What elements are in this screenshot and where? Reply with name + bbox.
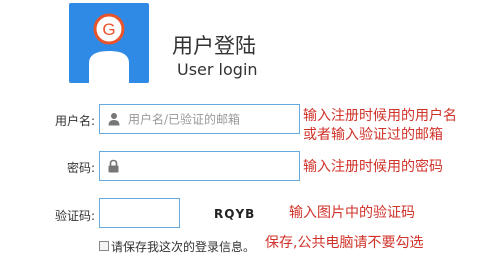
page-title: 用户登陆: [172, 34, 256, 58]
username-label: 用户名:: [54, 114, 95, 128]
username-hint-line2: 或者输入验证过的邮箱: [303, 127, 443, 143]
remember-checkbox[interactable]: [99, 241, 109, 251]
password-hint: 输入注册时候用的密码: [303, 159, 443, 175]
captcha-label: 验证码:: [54, 209, 95, 223]
password-input[interactable]: [99, 151, 300, 181]
lock-icon: [108, 159, 119, 173]
captcha-image[interactable]: RQYB: [214, 207, 255, 221]
username-hint-line1: 输入注册时候用的用户名: [303, 108, 457, 124]
captcha-hint: 输入图片中的验证码: [289, 205, 415, 221]
logo: G: [69, 3, 149, 83]
captcha-input[interactable]: [99, 198, 180, 228]
username-input[interactable]: 用户名/已验证的邮箱: [99, 104, 300, 134]
username-placeholder: 用户名/已验证的邮箱: [128, 112, 241, 127]
logo-letter: G: [102, 20, 115, 39]
user-avatar-icon: G: [89, 13, 129, 83]
page-subtitle: User login: [177, 60, 258, 79]
remember-label[interactable]: 请保存我这次的登录信息。: [111, 238, 255, 255]
password-label: 密码:: [66, 161, 95, 175]
user-icon: [108, 113, 120, 126]
remember-hint: 保存,公共电脑请不要勾选: [265, 235, 424, 251]
